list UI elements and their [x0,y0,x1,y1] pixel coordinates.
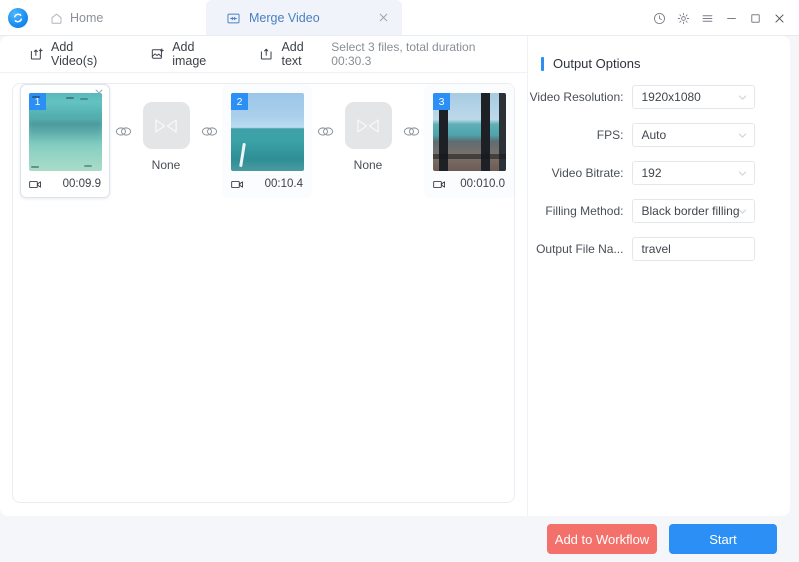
video-camera-icon [29,179,42,190]
filling-method-select[interactable]: Black border filling [632,199,755,223]
clip-thumbnail: 2 [231,93,304,171]
video-bitrate-value: 192 [641,166,662,180]
history-icon[interactable] [647,6,671,30]
transition-bowtie-icon[interactable] [344,102,392,149]
clip-link-icon[interactable] [110,84,136,178]
add-text-button[interactable]: Add text [254,40,331,68]
clip-duration: 00:09.9 [62,178,101,190]
output-options-pane: Output Options Video Resolution: 1920x10… [527,36,790,516]
window-controls [647,0,791,36]
transition-label: None [353,158,383,172]
workspace: Add Video(s) Add image Add text Select 3… [0,36,799,562]
output-file-name-input[interactable]: travel [632,237,755,261]
video-camera-icon [433,179,446,190]
app-logo-icon [8,8,28,28]
clip-meta: 00:10.4 [231,177,303,191]
chevron-down-icon [737,206,748,217]
maximize-icon[interactable] [743,6,767,30]
add-image-label: Add image [172,40,207,68]
video-camera-icon [231,179,244,190]
clip-link-icon[interactable] [398,84,424,178]
output-file-name-value: travel [641,242,671,256]
clips-pane: Add Video(s) Add image Add text Select 3… [0,36,527,516]
tab-merge-video-label: Merge Video [249,11,320,25]
add-videos-button[interactable]: Add Video(s) [24,40,126,68]
clip-meta: 00:09.9 [29,177,101,191]
transition-label: None [151,158,181,172]
chevron-down-icon [737,130,748,141]
video-resolution-select[interactable]: 1920x1080 [632,85,755,109]
add-text-icon [260,47,274,61]
tab-close-icon[interactable] [377,11,390,24]
fps-select[interactable]: Auto [632,123,755,147]
output-file-name-row: Output File Na... travel [528,237,790,261]
output-options-title-label: Output Options [553,56,641,71]
video-bitrate-row: Video Bitrate: 192 [528,161,790,185]
filling-method-row: Filling Method: Black border filling [528,199,790,223]
clip-thumbnail: 1 [29,93,102,171]
chevron-down-icon [737,168,748,179]
menu-icon[interactable] [695,6,719,30]
start-button[interactable]: Start [669,524,777,554]
minimize-icon[interactable] [719,6,743,30]
clip-meta: 00:010.0 [433,177,505,191]
footer-actions: Add to Workflow Start [0,516,799,562]
filling-method-label: Filling Method: [545,204,624,218]
clips-row: 1 00:09.9 None 2 00:10.4 None 3 00:010.0 [13,84,514,198]
output-options-title: Output Options [541,56,790,71]
clip-link-icon[interactable] [196,84,222,178]
chevron-down-icon [737,92,748,103]
filling-method-value: Black border filling [641,204,740,218]
fps-value: Auto [641,128,667,142]
clip-item[interactable]: 3 00:010.0 [424,84,514,198]
add-video-icon [30,47,44,61]
clip-duration: 00:010.0 [460,178,505,190]
close-window-icon[interactable] [767,6,791,30]
clips-container: 1 00:09.9 None 2 00:10.4 None 3 00:010.0 [12,83,515,503]
video-resolution-row: Video Resolution: 1920x1080 [528,85,790,109]
video-bitrate-select[interactable]: 192 [632,161,755,185]
video-bitrate-label: Video Bitrate: [551,166,624,180]
settings-gear-icon[interactable] [671,6,695,30]
add-image-icon [151,47,165,61]
selection-status: Select 3 files, total duration 00:30.3 [331,40,476,68]
clip-index-badge: 1 [29,93,46,110]
fps-row: FPS: Auto [528,123,790,147]
tab-merge-video[interactable]: Merge Video [206,0,402,36]
home-tab-label: Home [70,11,104,25]
title-accent-bar [541,56,544,71]
clip-index-badge: 3 [433,93,450,110]
clip-item[interactable]: 2 00:10.4 [222,84,312,198]
clip-thumbnail: 3 [433,93,506,171]
home-icon [50,12,63,25]
content-card: Add Video(s) Add image Add text Select 3… [0,36,790,516]
add-videos-label: Add Video(s) [51,40,98,68]
transition-bowtie-icon[interactable] [142,102,190,149]
add-image-button[interactable]: Add image [145,40,235,68]
merge-video-icon [227,12,240,25]
clips-toolbar: Add Video(s) Add image Add text Select 3… [0,36,527,73]
transition-item[interactable]: None [338,84,398,172]
output-file-name-label: Output File Na... [536,242,624,256]
clip-duration: 00:10.4 [264,178,303,190]
video-resolution-label: Video Resolution: [529,90,624,104]
clip-link-icon[interactable] [312,84,338,178]
add-text-label: Add text [281,40,304,68]
clip-item[interactable]: 1 00:09.9 [20,84,110,198]
clip-index-badge: 2 [231,93,248,110]
title-bar: Home Merge Video [0,0,799,36]
add-to-workflow-button[interactable]: Add to Workflow [547,524,657,554]
video-resolution-value: 1920x1080 [641,90,701,104]
transition-item[interactable]: None [136,84,196,172]
fps-label: FPS: [596,128,624,142]
home-tab[interactable]: Home [44,0,109,36]
